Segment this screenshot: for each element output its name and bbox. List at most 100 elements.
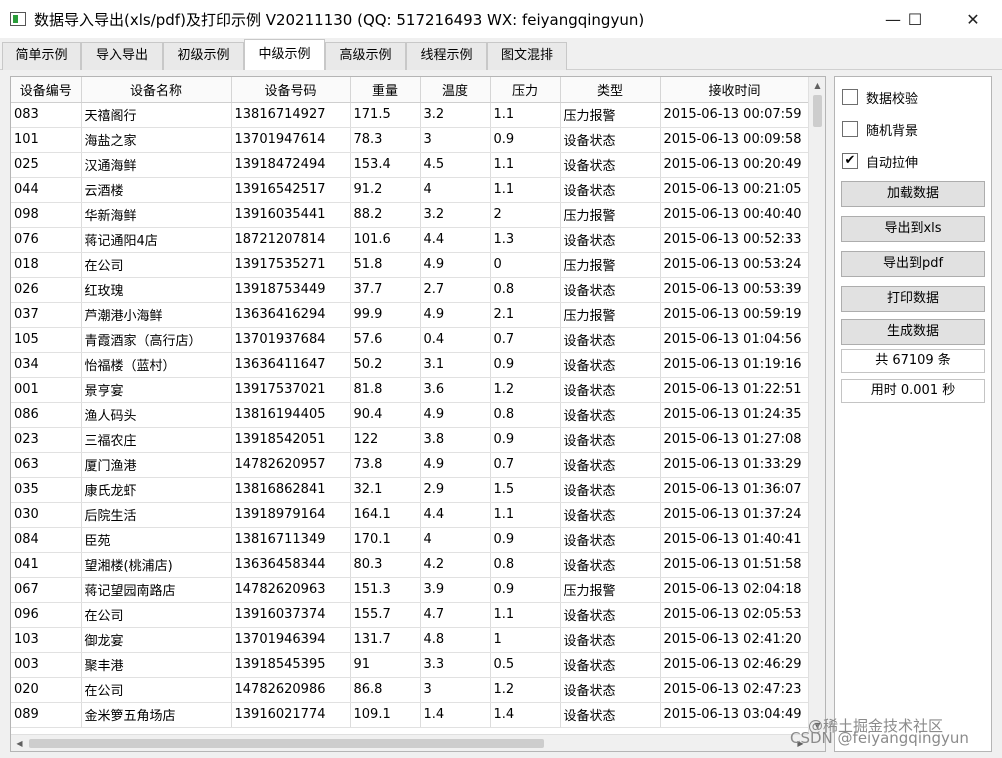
checkbox-validate-box[interactable] (842, 89, 858, 105)
table-cell[interactable]: 063 (11, 452, 82, 478)
table-cell[interactable]: 57.6 (350, 327, 421, 353)
table-cell[interactable]: 御龙宴 (81, 627, 232, 653)
table-cell[interactable]: 3.9 (420, 577, 491, 603)
table-cell[interactable]: 天禧阁行 (81, 102, 232, 128)
table-cell[interactable]: 4.9 (420, 402, 491, 428)
column-header-type[interactable]: 类型 (560, 77, 661, 103)
table-cell[interactable]: 1 (490, 627, 561, 653)
table-cell[interactable]: 13918979164 (231, 502, 351, 528)
table-cell[interactable]: 2015-06-13 03:04:49 (660, 702, 809, 728)
table-cell[interactable]: 设备状态 (560, 627, 661, 653)
table-cell[interactable]: 99.9 (350, 302, 421, 328)
table-cell[interactable]: 0.7 (490, 327, 561, 353)
table-row[interactable]: 063 厦门渔港 14782620957 73.8 4.9 0.7 设备状态 2015-06-… (11, 452, 809, 478)
table-cell[interactable]: 2015-06-13 00:59:19 (660, 302, 809, 328)
horizontal-scrollbar[interactable]: ◀ ▶ (11, 734, 809, 751)
table-cell[interactable]: 设备状态 (560, 327, 661, 353)
table-cell[interactable]: 13918542051 (231, 427, 351, 453)
table-cell[interactable]: 089 (11, 702, 82, 728)
table-cell[interactable]: 设备状态 (560, 527, 661, 553)
scroll-left-icon[interactable]: ◀ (11, 735, 28, 751)
table-cell[interactable]: 13916037374 (231, 602, 351, 628)
table-cell[interactable]: 0.9 (490, 427, 561, 453)
table-cell[interactable]: 设备状态 (560, 402, 661, 428)
table-cell[interactable]: 设备状态 (560, 127, 661, 153)
table-cell[interactable]: 2.1 (490, 302, 561, 328)
table-cell[interactable]: 13918753449 (231, 277, 351, 303)
print-data-button[interactable]: 打印数据 (841, 286, 985, 312)
table-cell[interactable]: 13916021774 (231, 702, 351, 728)
table-cell[interactable]: 臣苑 (81, 527, 232, 553)
column-header-device-id[interactable]: 设备编号 (11, 77, 82, 103)
table-cell[interactable]: 105 (11, 327, 82, 353)
table-row[interactable]: 026 红玫瑰 13918753449 37.7 2.7 0.8 设备状态 2015-06-1… (11, 277, 809, 303)
column-header-weight[interactable]: 重量 (350, 77, 421, 103)
table-cell[interactable]: 2015-06-13 01:04:56 (660, 327, 809, 353)
table-cell[interactable]: 3 (420, 127, 491, 153)
tab-simple[interactable]: 简单示例 (2, 42, 81, 70)
table-cell[interactable]: 2015-06-13 01:51:58 (660, 552, 809, 578)
table-row[interactable]: 044 云酒楼 13916542517 91.2 4 1.1 设备状态 2015-06-13 … (11, 177, 809, 203)
table-cell[interactable]: 1.2 (490, 377, 561, 403)
table-cell[interactable]: 13816194405 (231, 402, 351, 428)
table-cell[interactable]: 2015-06-13 02:41:20 (660, 627, 809, 653)
table-cell[interactable]: 1.2 (490, 677, 561, 703)
table-cell[interactable]: 2015-06-13 00:09:58 (660, 127, 809, 153)
table-cell[interactable]: 设备状态 (560, 227, 661, 253)
data-table-view[interactable]: 设备编号 设备名称 设备号码 重量 温度 压力 类型 接收时间 083 天禧阁行 1… (10, 76, 826, 752)
column-header-device-name[interactable]: 设备名称 (81, 77, 232, 103)
table-cell[interactable]: 2015-06-13 01:24:35 (660, 402, 809, 428)
column-header-device-number[interactable]: 设备号码 (231, 77, 351, 103)
table-cell[interactable]: 设备状态 (560, 177, 661, 203)
checkbox-random-background[interactable]: 随机背景 (842, 119, 918, 139)
table-row[interactable]: 096 在公司 13916037374 155.7 4.7 1.1 设备状态 2015-06-… (11, 602, 809, 628)
table-row[interactable]: 041 望湘楼(桃浦店) 13636458344 80.3 4.2 0.8 设备状态 2015… (11, 552, 809, 578)
table-cell[interactable]: 122 (350, 427, 421, 453)
table-cell[interactable]: 2015-06-13 01:33:29 (660, 452, 809, 478)
table-cell[interactable]: 034 (11, 352, 82, 378)
table-cell[interactable]: 2015-06-13 01:19:16 (660, 352, 809, 378)
table-cell[interactable]: 14782620986 (231, 677, 351, 703)
scroll-up-icon[interactable]: ▲ (809, 77, 825, 94)
table-cell[interactable]: 在公司 (81, 602, 232, 628)
table-cell[interactable]: 0.8 (490, 552, 561, 578)
table-cell[interactable]: 4.4 (420, 502, 491, 528)
table-cell[interactable]: 0.9 (490, 127, 561, 153)
table-cell[interactable]: 18721207814 (231, 227, 351, 253)
table-cell[interactable]: 3.2 (420, 202, 491, 228)
table-cell[interactable]: 1.4 (420, 702, 491, 728)
table-cell[interactable]: 3.6 (420, 377, 491, 403)
table-cell[interactable]: 0.9 (490, 352, 561, 378)
table-cell[interactable]: 13816862841 (231, 477, 351, 503)
table-cell[interactable]: 1.1 (490, 502, 561, 528)
table-cell[interactable]: 2015-06-13 00:53:24 (660, 252, 809, 278)
table-cell[interactable]: 在公司 (81, 252, 232, 278)
table-cell[interactable]: 2015-06-13 01:37:24 (660, 502, 809, 528)
table-cell[interactable]: 望湘楼(桃浦店) (81, 552, 232, 578)
table-cell[interactable]: 1.1 (490, 102, 561, 128)
table-cell[interactable]: 设备状态 (560, 677, 661, 703)
table-cell[interactable]: 2015-06-13 01:40:41 (660, 527, 809, 553)
table-row[interactable]: 018 在公司 13917535271 51.8 4.9 0 压力报警 2015-06-13 … (11, 252, 809, 278)
vertical-scroll-thumb[interactable] (813, 95, 822, 127)
table-cell[interactable]: 103 (11, 627, 82, 653)
table-cell[interactable]: 在公司 (81, 677, 232, 703)
table-cell[interactable]: 2015-06-13 01:36:07 (660, 477, 809, 503)
table-cell[interactable]: 4.9 (420, 252, 491, 278)
table-cell[interactable]: 4.9 (420, 452, 491, 478)
table-cell[interactable]: 026 (11, 277, 82, 303)
table-row[interactable]: 067 蒋记望园南路店 14782620963 151.3 3.9 0.9 压力报警 2015… (11, 577, 809, 603)
table-cell[interactable]: 81.8 (350, 377, 421, 403)
table-cell[interactable]: 50.2 (350, 352, 421, 378)
table-cell[interactable]: 101 (11, 127, 82, 153)
table-cell[interactable]: 青霞酒家（高行店） (81, 327, 232, 353)
table-row[interactable]: 020 在公司 14782620986 86.8 3 1.2 设备状态 2015-06-13 … (11, 677, 809, 703)
table-cell[interactable]: 151.3 (350, 577, 421, 603)
table-cell[interactable]: 2 (490, 202, 561, 228)
table-cell[interactable]: 景亨宴 (81, 377, 232, 403)
table-cell[interactable]: 4 (420, 527, 491, 553)
table-cell[interactable]: 压力报警 (560, 202, 661, 228)
table-cell[interactable]: 2015-06-13 01:27:08 (660, 427, 809, 453)
table-cell[interactable]: 怡福楼（蓝村） (81, 352, 232, 378)
table-cell[interactable]: 压力报警 (560, 102, 661, 128)
